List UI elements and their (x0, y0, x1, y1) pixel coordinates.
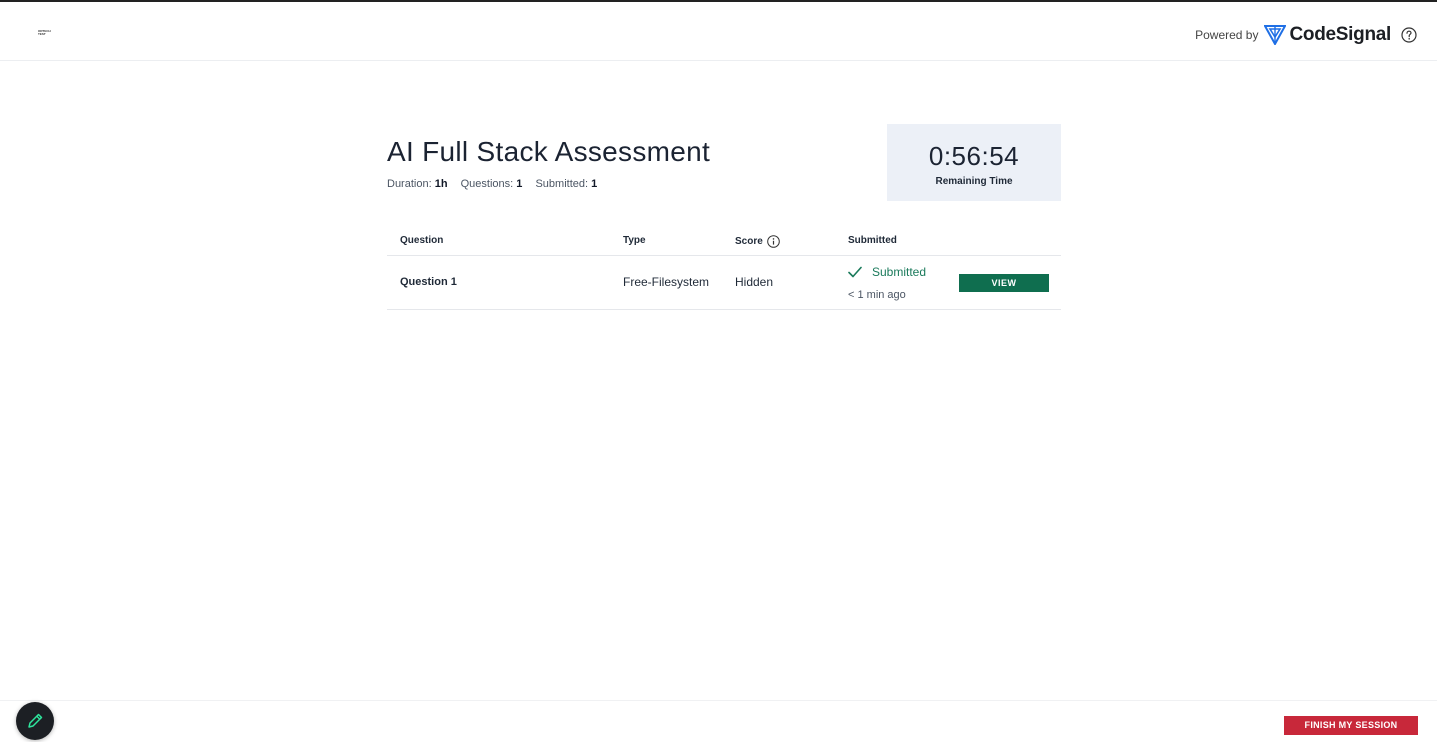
timer-panel: 0:56:54 Remaining Time (887, 124, 1061, 201)
column-score-label: Score (735, 236, 763, 247)
submission-time: < 1 min ago (848, 289, 906, 301)
submission-status: Submitted (848, 265, 926, 279)
column-score: Score (735, 235, 780, 248)
top-header: ORTECH TEST Powered by CodeSignal (0, 2, 1437, 61)
submitted-label: Submitted: (535, 178, 589, 190)
codesignal-logo-icon (1264, 25, 1287, 45)
table-row: Question 1 Free-Filesystem Hidden Submit… (387, 256, 1061, 310)
footer-divider (0, 700, 1437, 701)
duration-value: 1h (434, 178, 448, 190)
questions-label: Questions: (460, 178, 514, 190)
remaining-time-label: Remaining Time (935, 176, 1013, 187)
info-icon[interactable] (766, 235, 780, 248)
column-submitted-label: Submitted (848, 235, 897, 246)
submission-status-label: Submitted (872, 265, 927, 279)
column-type: Type (623, 235, 646, 246)
column-type-label: Type (623, 235, 646, 246)
help-circle-icon[interactable] (1401, 27, 1417, 43)
remaining-time-value: 0:56:54 (928, 141, 1020, 171)
column-question: Question (400, 235, 443, 246)
powered-by-label: Powered by (1195, 28, 1259, 42)
question-score: Hidden (735, 275, 774, 289)
view-button[interactable]: VIEW (959, 274, 1049, 292)
column-submitted: Submitted (848, 235, 897, 246)
duration-label: Duration: (387, 178, 432, 190)
table-header: Question Type Score Submitted (387, 225, 1061, 256)
questions-table: Question Type Score Submitted Question 1… (387, 225, 1061, 310)
codesignal-wordmark: CodeSignal (1289, 24, 1391, 45)
questions-value: 1 (516, 178, 523, 190)
pencil-icon (28, 713, 43, 728)
edit-button[interactable] (16, 702, 54, 740)
question-type: Free-Filesystem (623, 275, 710, 289)
column-question-label: Question (400, 235, 444, 246)
company-logo: ORTECH TEST (38, 29, 51, 36)
assessment-title: AI Full Stack Assessment (387, 136, 711, 167)
finish-session-button[interactable]: FINISH MY SESSION (1284, 716, 1418, 735)
question-name: Question 1 (400, 276, 457, 288)
check-icon (848, 266, 862, 278)
powered-by: Powered by CodeSignal (1195, 24, 1417, 46)
assessment-meta: Duration: 1h Questions: 1 Submitted: 1 (387, 178, 597, 190)
submitted-value: 1 (591, 178, 598, 190)
